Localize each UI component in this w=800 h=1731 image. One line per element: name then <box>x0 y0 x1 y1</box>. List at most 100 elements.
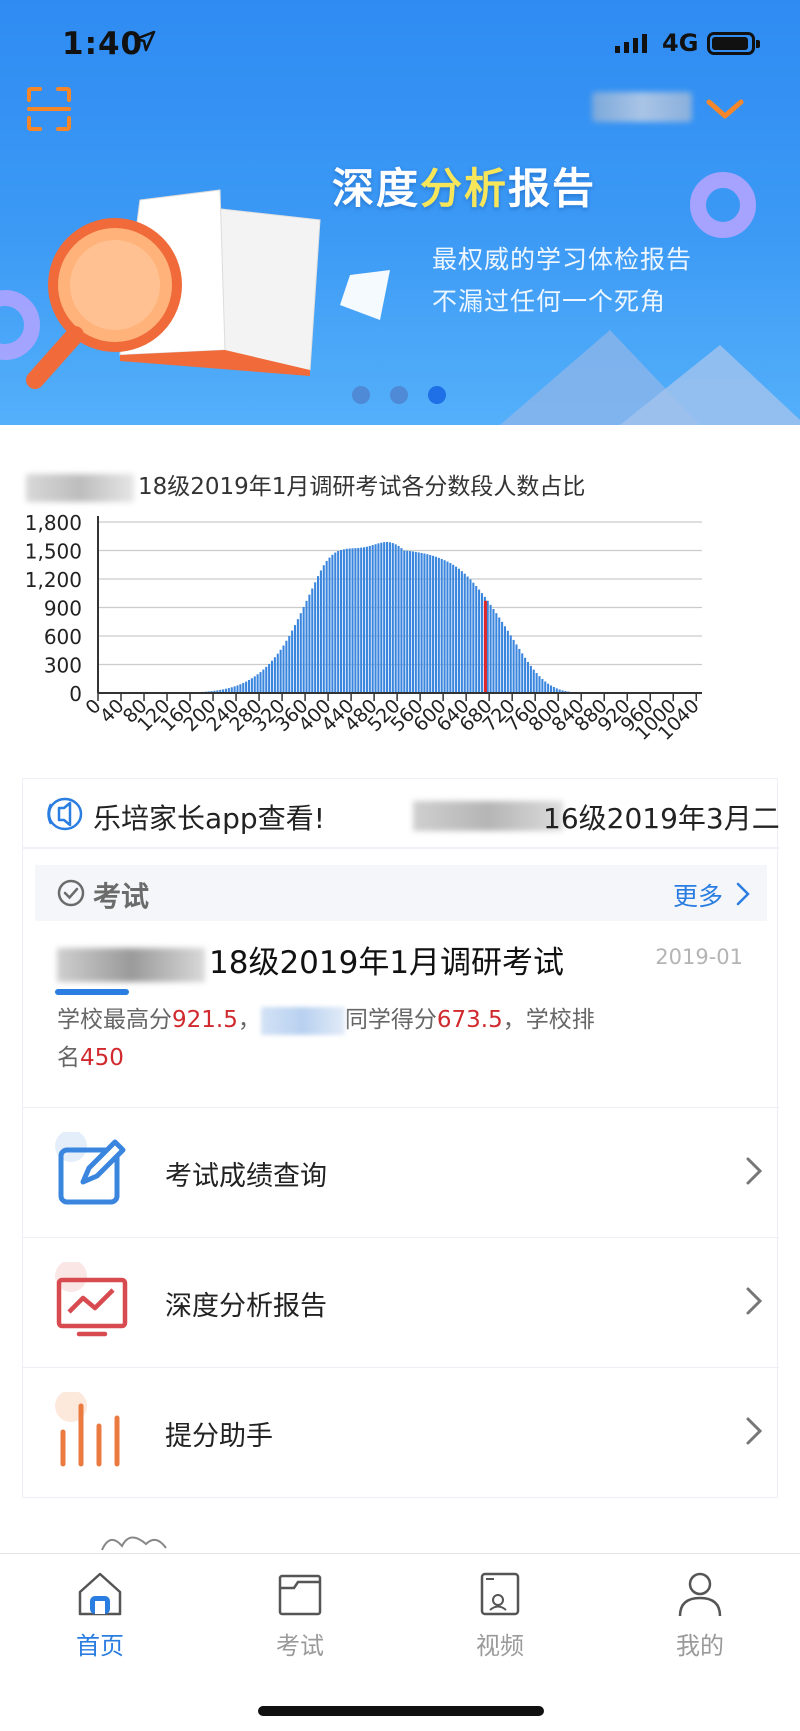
bar <box>429 554 432 693</box>
y-tick-label: 0 <box>69 682 82 706</box>
chevron-down-icon[interactable] <box>705 98 745 122</box>
notice-blurred <box>413 801 563 831</box>
chevron-right-icon <box>746 1157 763 1185</box>
speaker-icon <box>47 797 83 831</box>
bar <box>460 571 463 693</box>
bar <box>265 666 268 693</box>
bar <box>351 548 354 693</box>
status-time: 1:40 <box>62 26 144 62</box>
bar <box>420 552 423 693</box>
bar <box>414 551 417 693</box>
tab-video[interactable]: 视频 <box>430 1570 570 1661</box>
bar <box>512 639 515 693</box>
carousel-dot[interactable] <box>352 386 370 404</box>
bar <box>437 557 440 693</box>
bar <box>529 665 532 693</box>
tab-mine[interactable]: 我的 <box>630 1570 770 1661</box>
bar <box>374 544 377 693</box>
bar <box>397 545 400 693</box>
bar <box>452 564 455 693</box>
bar <box>524 657 527 693</box>
tab-home[interactable]: 首页 <box>30 1570 170 1661</box>
y-tick-label: 900 <box>44 597 82 621</box>
bar <box>544 681 547 693</box>
carousel-indicator <box>352 386 466 408</box>
bar <box>305 600 308 693</box>
bar <box>498 617 501 693</box>
menu-item-score-helper[interactable]: 提分助手 <box>23 1367 779 1497</box>
bar <box>400 548 403 693</box>
bar <box>469 579 472 693</box>
decor-mountains <box>500 330 800 425</box>
tab-label: 我的 <box>676 1632 724 1660</box>
y-tick-label: 300 <box>44 654 82 678</box>
bar <box>432 555 435 693</box>
bar <box>521 653 524 693</box>
bar <box>365 546 368 693</box>
bar <box>345 548 348 693</box>
more-link[interactable]: 更多 <box>673 877 723 913</box>
scan-icon[interactable] <box>26 86 72 132</box>
exam-date: 2019-01 <box>655 945 743 969</box>
bar <box>340 550 343 693</box>
bar <box>509 635 512 693</box>
y-tick-label: 1,200 <box>25 568 82 592</box>
y-tick-label: 600 <box>44 625 82 649</box>
menu-item-score-query[interactable]: 考试成绩查询 <box>23 1107 779 1237</box>
person-icon <box>678 1572 722 1617</box>
bar <box>348 548 351 693</box>
bar <box>472 582 475 693</box>
tab-exam[interactable]: 考试 <box>230 1570 370 1661</box>
bar <box>411 551 414 693</box>
bar <box>391 543 394 693</box>
home-icon <box>78 1572 122 1616</box>
carousel-dot-active[interactable] <box>428 386 446 404</box>
menu-item-deep-analysis[interactable]: 深度分析报告 <box>23 1237 779 1367</box>
bar <box>475 586 478 693</box>
bar <box>314 582 317 693</box>
menu-label: 提分助手 <box>165 1421 273 1452</box>
user-name-blurred[interactable] <box>592 92 692 122</box>
carousel-dot[interactable] <box>390 386 408 404</box>
score-distribution-chart: 03006009001,2001,5001,800040801201602002… <box>25 511 704 745</box>
notice-marquee[interactable]: 乐培家长app查看! 16级2019年3月二 <box>23 779 779 849</box>
bar <box>480 593 484 693</box>
chart-title: 18级2019年1月调研考试各分数段人数占比 <box>26 467 585 502</box>
bar <box>247 679 251 693</box>
bar <box>331 554 334 693</box>
exam-name[interactable]: 18级2019年1月调研考试 <box>57 937 564 982</box>
bar <box>279 649 282 693</box>
bar <box>291 630 294 693</box>
bar <box>492 609 495 693</box>
bar <box>259 672 262 693</box>
bar <box>316 576 320 693</box>
bar <box>383 542 386 693</box>
bar <box>302 607 305 693</box>
bottom-tab-bar: 首页 考试 视频 我的 <box>0 1553 800 1731</box>
y-tick-label: 1,800 <box>25 511 82 535</box>
bar <box>363 547 366 693</box>
bar <box>250 678 253 693</box>
bar <box>547 683 550 693</box>
bars-icon <box>55 1392 120 1467</box>
student-score: 673.5 <box>436 1007 503 1033</box>
bar <box>319 570 322 693</box>
bar <box>360 547 363 693</box>
bar <box>486 600 489 693</box>
exam-card: 乐培家长app查看! 16级2019年3月二 考试 更多 18级2019年1月调… <box>22 778 779 1498</box>
banner-carousel[interactable]: 1:40 4G 深度分析报告 最权威的学习体检报告 不漏过任何一个死角 <box>0 0 800 425</box>
bar <box>334 552 337 693</box>
bar <box>489 604 492 693</box>
bar <box>325 560 328 693</box>
bar <box>409 551 412 693</box>
y-tick-label: 1,500 <box>25 540 82 564</box>
bar <box>443 560 446 693</box>
bar <box>394 544 397 693</box>
bar <box>538 676 541 693</box>
chevron-right-icon[interactable] <box>735 881 751 907</box>
network-type: 4G <box>662 29 699 57</box>
bar <box>236 685 239 693</box>
bar <box>549 685 553 693</box>
bar <box>371 545 374 693</box>
exam-underline <box>55 989 129 995</box>
